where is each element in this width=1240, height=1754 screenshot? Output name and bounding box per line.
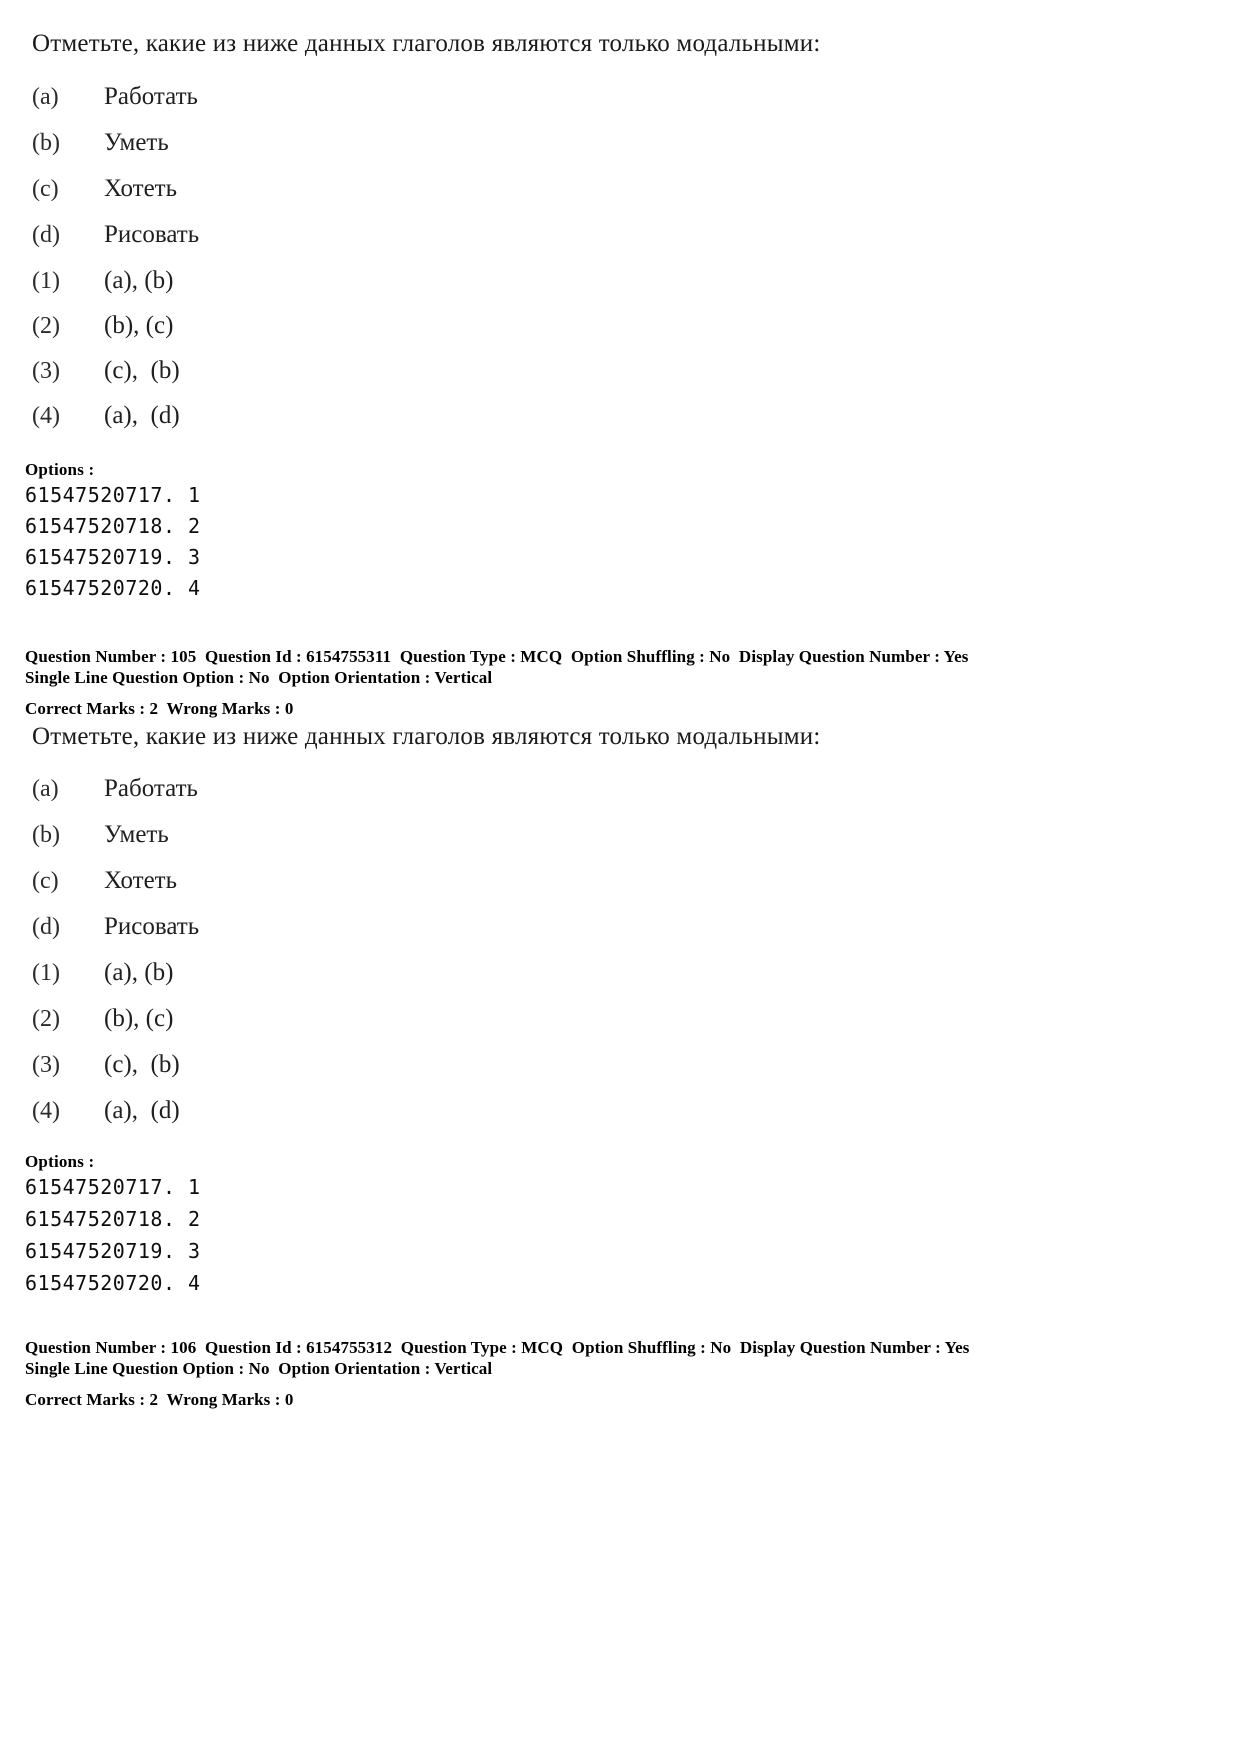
answer-choice-2-text: (b), (c) (104, 1005, 174, 1032)
answer-choice-list: (1) (a), (b) (2) (b), (c) (3) (c), (b) (… (32, 268, 632, 448)
option-id-1: 61547520717. 1 (25, 483, 201, 507)
answer-choice-2-label: (2) (32, 1006, 60, 1032)
sub-item-c-text: Хотеть (104, 867, 177, 894)
sub-item-list: (a) Работать (b) Уметь (c) Хотеть (d) Ри… (32, 776, 632, 960)
answer-choice-3-label: (3) (32, 1052, 60, 1078)
answer-choice-4-label: (4) (32, 1098, 60, 1124)
metadata-line-primary: Question Number : 106 Question Id : 6154… (25, 1338, 970, 1357)
answer-choice-3[interactable]: (3) (c), (b) (32, 1052, 632, 1098)
options-header: Options : (25, 460, 95, 479)
option-id-2: 61547520718. 2 (25, 1207, 201, 1231)
sub-item-b-label: (b) (32, 822, 60, 848)
sub-item-d-text: Рисовать (104, 913, 200, 940)
sub-item-a-text: Работать (104, 83, 198, 110)
answer-choice-4[interactable]: (4) (a), (d) (32, 403, 632, 448)
sub-item-c: (c) Хотеть (32, 868, 632, 914)
answer-choice-2[interactable]: (2) (b), (c) (32, 1006, 632, 1052)
answer-choice-4-label: (4) (32, 403, 60, 429)
sub-item-c-text: Хотеть (104, 175, 177, 202)
answer-choice-4-text: (a), (d) (104, 1097, 180, 1124)
question-stem: Отметьте, какие из ниже данных глаголов … (32, 30, 821, 57)
sub-item-b: (b) Уметь (32, 822, 632, 868)
metadata-line-marks: Correct Marks : 2 Wrong Marks : 0 (25, 1390, 294, 1410)
option-id-4: 61547520720. 4 (25, 1271, 201, 1295)
answer-choice-1-text: (a), (b) (104, 959, 174, 986)
sub-item-a-label: (a) (32, 776, 59, 802)
sub-item-a-text: Работать (104, 775, 198, 802)
sub-item-d: (d) Рисовать (32, 914, 632, 960)
answer-choice-3-text: (c), (b) (104, 1051, 180, 1078)
sub-item-a: (a) Работать (32, 84, 632, 130)
option-id-4: 61547520720. 4 (25, 576, 201, 600)
sub-item-d-text: Рисовать (104, 221, 200, 248)
sub-item-b-text: Уметь (104, 129, 169, 156)
sub-item-a-label: (a) (32, 84, 59, 110)
metadata-line-marks: Correct Marks : 2 Wrong Marks : 0 (25, 699, 294, 719)
answer-choice-3-text: (c), (b) (104, 357, 180, 384)
answer-choice-4[interactable]: (4) (a), (d) (32, 1098, 632, 1144)
answer-choice-2-label: (2) (32, 313, 60, 339)
answer-choice-1-label: (1) (32, 960, 60, 986)
question-stem: Отметьте, какие из ниже данных глаголов … (32, 723, 821, 750)
answer-choice-3-label: (3) (32, 358, 60, 384)
answer-choice-2[interactable]: (2) (b), (c) (32, 313, 632, 358)
sub-item-d-label: (d) (32, 914, 60, 940)
answer-choice-1-text: (a), (b) (104, 267, 174, 294)
answer-choice-list: (1) (a), (b) (2) (b), (c) (3) (c), (b) (… (32, 960, 632, 1144)
question-metadata: Question Number : 106 Question Id : 6154… (25, 1338, 1215, 1411)
option-id-1: 61547520717. 1 (25, 1175, 201, 1199)
answer-choice-2-text: (b), (c) (104, 312, 174, 339)
sub-item-d-label: (d) (32, 222, 60, 248)
scanned-page: Отметьте, какие из ниже данных глаголов … (0, 0, 1240, 1754)
sub-item-a: (a) Работать (32, 776, 632, 822)
sub-item-c: (c) Хотеть (32, 176, 632, 222)
sub-item-list: (a) Работать (b) Уметь (c) Хотеть (d) Ри… (32, 84, 632, 268)
sub-item-d: (d) Рисовать (32, 222, 632, 268)
answer-choice-1-label: (1) (32, 268, 60, 294)
option-id-3: 61547520719. 3 (25, 545, 201, 569)
options-header: Options : (25, 1152, 95, 1171)
metadata-line-secondary: Single Line Question Option : No Option … (25, 667, 493, 687)
option-id-list: 61547520717. 1 61547520718. 2 6154752071… (25, 485, 201, 609)
option-id-list: 61547520717. 1 61547520718. 2 6154752071… (25, 1177, 201, 1305)
answer-choice-1[interactable]: (1) (a), (b) (32, 960, 632, 1006)
sub-item-b-label: (b) (32, 130, 60, 156)
option-id-2: 61547520718. 2 (25, 514, 201, 538)
metadata-line-primary: Question Number : 105 Question Id : 6154… (25, 647, 969, 666)
option-id-3: 61547520719. 3 (25, 1239, 201, 1263)
answer-choice-4-text: (a), (d) (104, 402, 180, 429)
question-metadata: Question Number : 105 Question Id : 6154… (25, 647, 1215, 720)
sub-item-b-text: Уметь (104, 821, 169, 848)
answer-choice-1[interactable]: (1) (a), (b) (32, 268, 632, 313)
answer-choice-3[interactable]: (3) (c), (b) (32, 358, 632, 403)
sub-item-b: (b) Уметь (32, 130, 632, 176)
metadata-line-secondary: Single Line Question Option : No Option … (25, 1358, 493, 1378)
sub-item-c-label: (c) (32, 868, 59, 894)
sub-item-c-label: (c) (32, 176, 59, 202)
